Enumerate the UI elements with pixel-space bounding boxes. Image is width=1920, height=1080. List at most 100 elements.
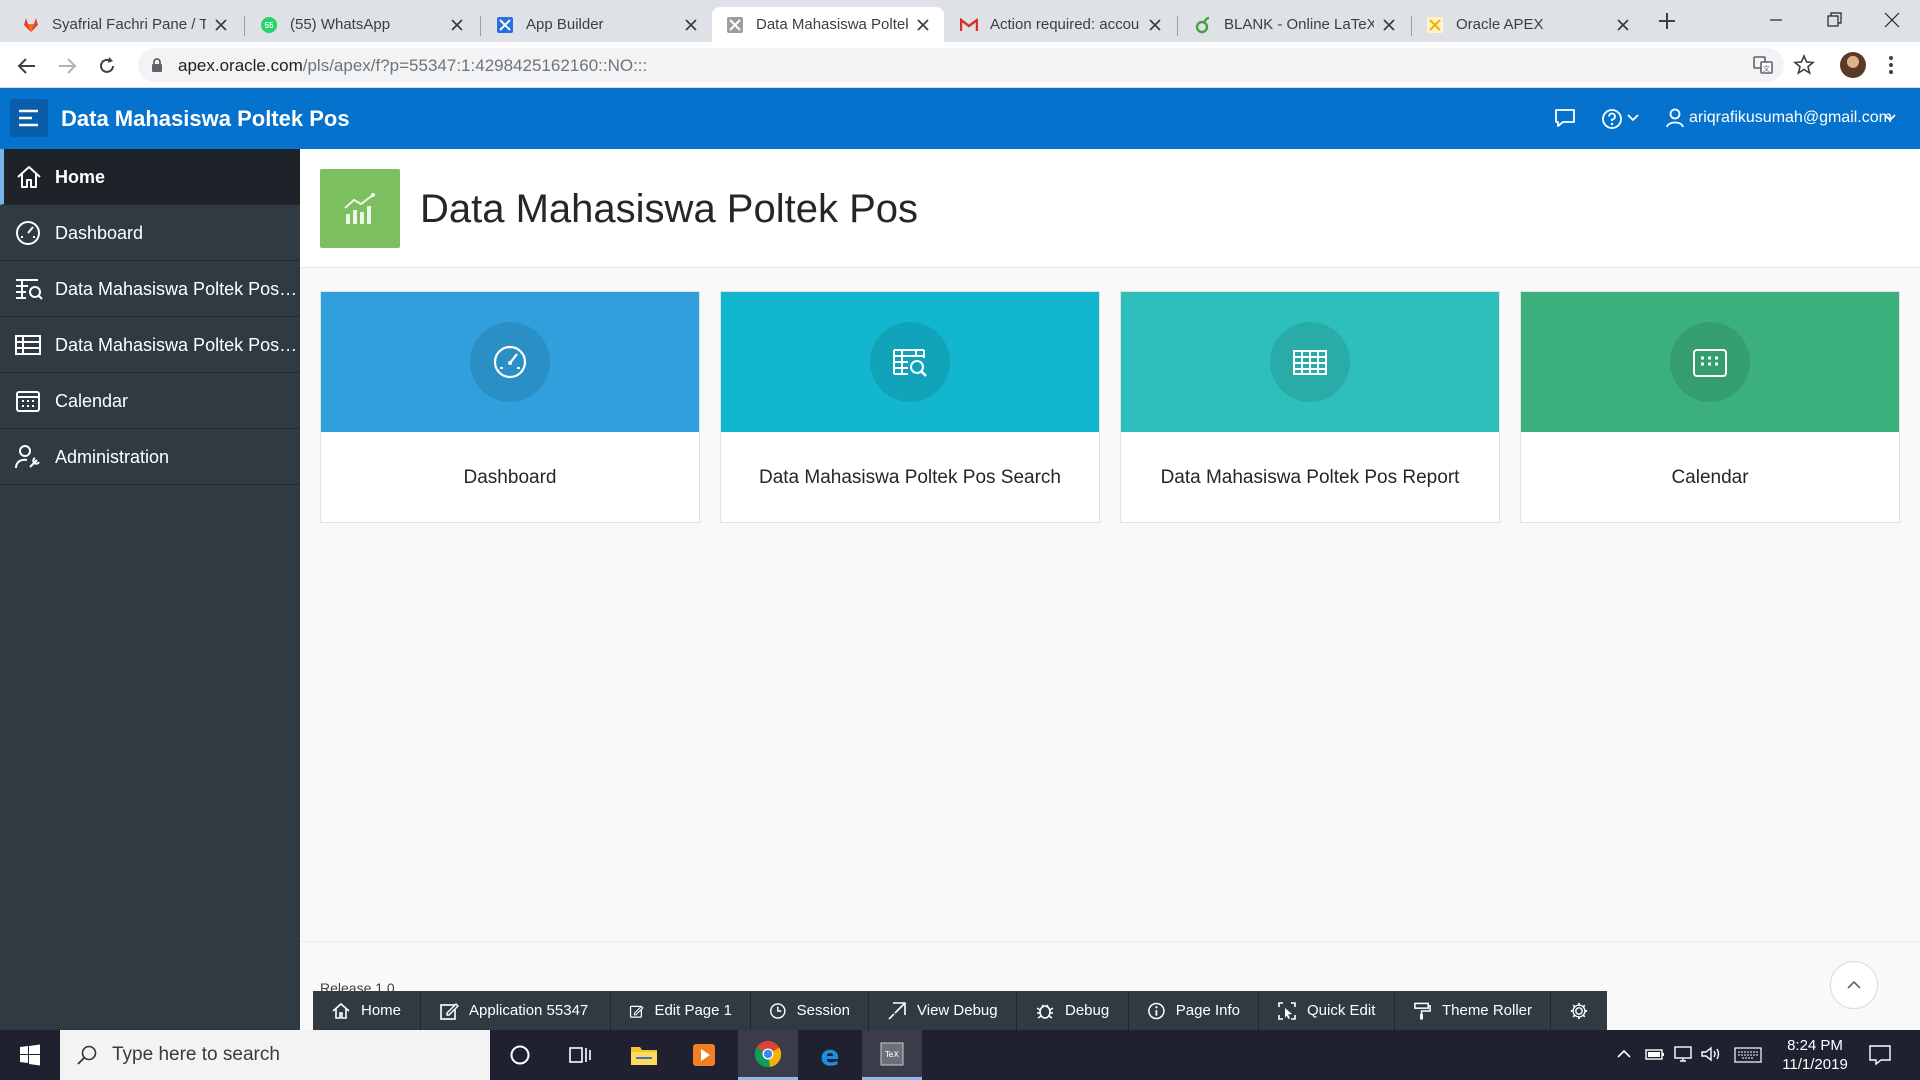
devbar-debug-button[interactable]: Debug [1017,991,1129,1030]
tab-title: Oracle APEX [1456,16,1544,33]
card-search[interactable]: Data Mahasiswa Poltek Pos Search [720,291,1100,523]
chrome-taskbar-button[interactable] [738,1030,798,1080]
tray-chevron-up-icon[interactable] [1616,1048,1632,1060]
lock-icon[interactable] [150,57,164,73]
card-calendar[interactable]: Calendar [1520,291,1900,523]
devbar-session-button[interactable]: Session [751,991,869,1030]
forward-arrow-icon[interactable] [56,55,78,77]
close-window-icon[interactable] [1882,10,1902,30]
devbar-label: Theme Roller [1441,1002,1532,1019]
browser-tab[interactable]: App Builder [482,7,712,42]
devbar-view-debug-button[interactable]: View Debug [869,991,1017,1030]
overleaf-icon [1195,16,1210,33]
chart-up-icon [344,192,375,224]
url-bar[interactable]: apex.oracle.com/pls/apex/f?p=55347:1:429… [138,48,1816,82]
file-explorer-button[interactable] [614,1030,674,1080]
os-taskbar: Type here to search e TeX 8:24 PM 11/1/2… [0,1030,1920,1080]
nav-item-home[interactable]: Home [0,149,300,205]
devbar-settings-button[interactable] [1551,991,1607,1030]
page-hero: Data Mahasiswa Poltek Pos [300,149,1920,268]
close-icon[interactable] [1614,16,1632,34]
start-button[interactable] [0,1030,60,1080]
bookmark-star-icon[interactable] [1792,53,1816,77]
help-icon[interactable] [1600,107,1624,131]
nav-item-calendar[interactable]: Calendar [0,373,300,429]
browser-tab[interactable]: Syafrial Fachri Pane / TI [8,7,242,42]
nav-item-dashboard[interactable]: Dashboard [0,205,300,261]
nav-item-report[interactable]: Data Mahasiswa Poltek Pos Report [0,317,300,373]
svg-text:文: 文 [1763,64,1770,73]
translate-icon[interactable]: 文 [1752,54,1774,76]
nav-toggle-button[interactable] [10,99,48,137]
media-player-button[interactable] [674,1030,734,1080]
devbar-label: Page Info [1175,1002,1240,1019]
scroll-to-top-button[interactable] [1830,961,1878,1009]
new-tab-plus-icon[interactable] [1656,10,1678,32]
profile-avatar[interactable] [1840,52,1866,78]
whatsapp-icon: 55 [261,16,277,33]
card-band [321,292,699,432]
restore-icon[interactable] [1824,10,1844,30]
card-dashboard[interactable]: Dashboard [320,291,700,523]
devbar-quick-edit-button[interactable]: Quick Edit [1259,991,1395,1030]
close-icon[interactable] [1146,16,1164,34]
card-label: Data Mahasiswa Poltek Pos Report [1160,467,1460,488]
clock[interactable]: 8:24 PM 11/1/2019 [1770,1036,1860,1074]
browser-tab[interactable]: Oracle APEX [1412,7,1644,42]
card-report[interactable]: Data Mahasiswa Poltek Pos Report [1120,291,1500,523]
minimize-icon[interactable] [1766,10,1786,30]
keyboard-icon[interactable] [1734,1046,1762,1064]
close-icon[interactable] [914,16,932,34]
close-icon[interactable] [1380,16,1398,34]
task-view-button[interactable] [550,1030,610,1080]
devbar-theme-roller-button[interactable]: Theme Roller [1395,991,1551,1030]
devbar-application-button[interactable]: Application 55347 [421,991,611,1030]
card-icon-circle [1670,322,1750,402]
back-arrow-icon[interactable] [16,55,38,77]
close-icon[interactable] [448,16,466,34]
devbar-label: Debug [1065,1002,1110,1019]
taskbar-search-box[interactable]: Type here to search [60,1030,490,1080]
battery-icon[interactable] [1644,1045,1666,1063]
devbar-edit-page-button[interactable]: Edit Page 1 [611,991,751,1030]
close-icon[interactable] [682,16,700,34]
user-menu[interactable]: ariqrafikusumah@gmail.com [1689,109,1892,127]
tab-title: App Builder [526,16,604,33]
notifications-icon[interactable] [1868,1044,1892,1066]
browser-tab[interactable]: 55 (55) WhatsApp [246,7,478,42]
card-label: Data Mahasiswa Poltek Pos Search [758,467,1062,488]
browser-tab-active[interactable]: Data Mahasiswa Poltek [712,7,944,42]
nav-item-search[interactable]: Data Mahasiswa Poltek Pos Search [0,261,300,317]
user-icon[interactable] [1665,107,1685,129]
tab-title: BLANK - Online LaTeX E [1224,16,1374,33]
browser-tab[interactable]: Action required: accoun [946,7,1176,42]
tab-title: Data Mahasiswa Poltek [756,16,908,33]
card-icon-circle [470,322,550,402]
tab-title: (55) WhatsApp [290,16,391,33]
side-navigation: Home Dashboard Data Mahasiswa Poltek Pos… [0,149,300,1030]
texmaker-taskbar-button[interactable]: TeX [862,1030,922,1080]
chevron-down-icon[interactable] [1627,113,1639,123]
session-icon [770,1002,786,1019]
network-icon[interactable] [1672,1045,1694,1063]
cortana-button[interactable] [490,1030,550,1080]
apex-grey-icon [727,16,743,33]
more-menu-icon[interactable] [1888,54,1894,76]
app-title[interactable]: Data Mahasiswa Poltek Pos [61,106,350,132]
tab-title: Syafrial Fachri Pane / TI [52,16,206,33]
gitlab-icon [24,17,38,32]
volume-icon[interactable] [1700,1045,1722,1063]
devbar-label: View Debug [917,1002,998,1019]
feedback-chat-icon[interactable] [1553,107,1577,129]
chevron-down-icon[interactable] [1884,113,1896,123]
devbar-home-button[interactable]: Home [313,991,421,1030]
edge-taskbar-button[interactable]: e [800,1030,860,1080]
devbar-page-info-button[interactable]: Page Info [1129,991,1259,1030]
chevron-up-icon [1847,980,1861,989]
browser-tab[interactable]: BLANK - Online LaTeX E [1180,7,1410,42]
nav-item-label: Dashboard [55,223,144,243]
reload-icon[interactable] [96,55,118,77]
calendar-icon [1693,349,1727,377]
close-icon[interactable] [212,16,230,34]
nav-item-administration[interactable]: Administration [0,429,300,485]
